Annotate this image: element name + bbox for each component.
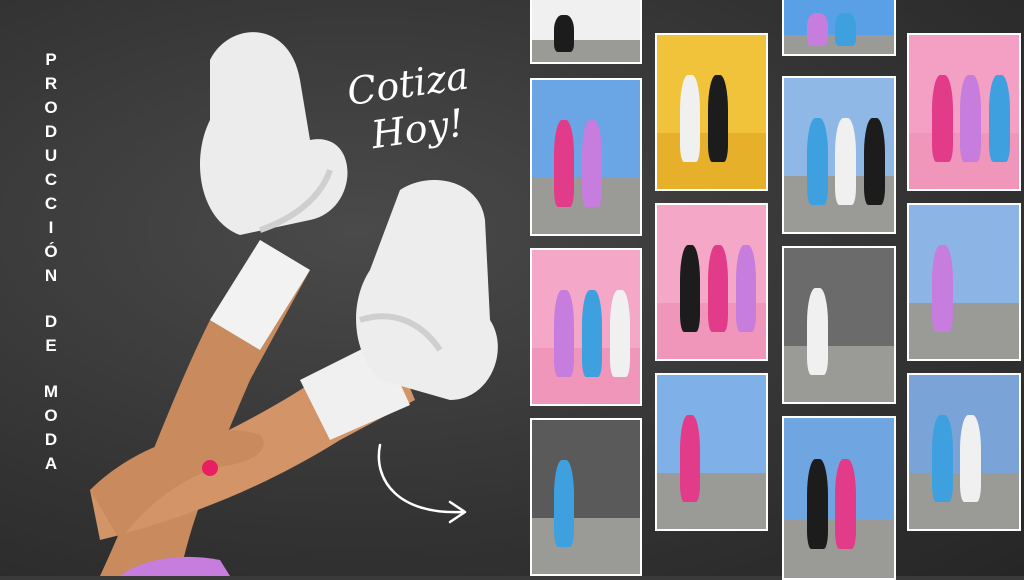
photo-figure: [932, 415, 953, 502]
photo-figure: [960, 415, 981, 502]
title-letter: C: [44, 194, 58, 213]
photo-skatepark-boombox: [655, 373, 768, 531]
photo-figure: [807, 118, 828, 205]
photo-figure: [932, 245, 953, 332]
photo-figure: [807, 288, 828, 375]
photo-figure: [864, 118, 885, 205]
title-letter: N: [44, 266, 58, 285]
title-letter: I: [48, 218, 54, 237]
photo-ground: [657, 473, 766, 529]
title-letter: D: [44, 430, 58, 449]
photo-skateboard-pink-heels: [782, 76, 896, 234]
photo-curly-girl-pink: [530, 248, 642, 406]
call-to-action-tagline: Cotiza Hoy!: [344, 51, 486, 160]
photo-ground: [909, 303, 1019, 359]
title-letter: D: [44, 122, 58, 141]
photo-two-girls-van: [530, 78, 642, 236]
photo-girl-purple-gray: [530, 418, 642, 576]
title-letter: U: [44, 146, 58, 165]
vertical-title: PRODUCCIÓN DE MODA: [40, 48, 62, 476]
title-letter: M: [43, 382, 59, 401]
title-letter: R: [44, 74, 58, 93]
photo-figure: [554, 120, 574, 207]
photo-legs-black-platforms: [655, 203, 768, 361]
photo-three-girls-boombox: [782, 246, 896, 404]
photo-figure: [932, 75, 953, 162]
title-letter: P: [45, 50, 57, 69]
photo-figure: [960, 75, 981, 162]
photo-figure: [680, 75, 700, 162]
title-word-produccion: PRODUCCIÓN: [44, 48, 57, 288]
photo-figure: [708, 245, 728, 332]
photo-figure: [807, 13, 828, 46]
photo-figure: [680, 415, 700, 502]
photo-figure: [554, 290, 574, 377]
photo-platform-heels-blue: [530, 0, 642, 64]
title-letter: C: [44, 170, 58, 189]
photo-figure: [989, 75, 1010, 162]
photo-three-girls-yellow: [655, 33, 768, 191]
photo-figure: [835, 459, 856, 549]
photo-two-girls-white-sneakers: [907, 373, 1021, 531]
photo-sky-hills: [782, 0, 896, 56]
photo-figure: [708, 75, 728, 162]
photo-ground: [532, 518, 640, 574]
photo-ground: [784, 346, 894, 402]
curved-arrow-icon: [377, 443, 467, 524]
photo-skatepark-pink-heels: [782, 416, 896, 580]
photo-figure: [582, 290, 602, 377]
title-letter: D: [44, 312, 58, 331]
photo-ground: [532, 40, 640, 62]
photo-figure: [554, 15, 574, 52]
title-letter: E: [45, 336, 57, 355]
photo-three-girls-pink-blue: [907, 33, 1021, 191]
title-letter: A: [44, 454, 58, 473]
title-letter: O: [44, 98, 58, 117]
photo-figure: [554, 460, 574, 547]
photo-figure: [807, 459, 828, 549]
photo-figure: [835, 118, 856, 205]
photo-figure: [610, 290, 630, 377]
photo-figure: [835, 13, 856, 46]
photo-figure: [736, 245, 756, 332]
title-word-moda: MODA: [44, 380, 58, 476]
photo-black-platform-boombox: [907, 203, 1021, 361]
title-letter: O: [44, 406, 58, 425]
photo-figure: [680, 245, 700, 332]
title-letter: Ó: [44, 242, 58, 261]
title-word-de: DE: [45, 310, 57, 358]
photo-figure: [582, 120, 602, 207]
